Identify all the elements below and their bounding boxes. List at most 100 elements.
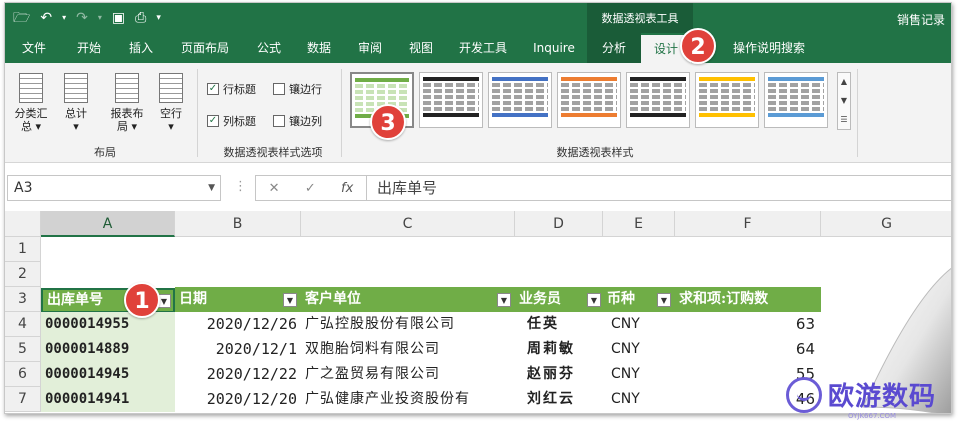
tab-insert[interactable]: 插入 (117, 33, 165, 63)
undo-icon[interactable]: ↶ (40, 9, 52, 27)
scroll-up-icon[interactable]: ▲ (838, 73, 850, 92)
swatch-row (423, 113, 479, 117)
scroll-down-icon[interactable]: ▼ (838, 92, 850, 111)
filter-dropdown-icon[interactable]: ▼ (587, 293, 601, 307)
row-header[interactable]: 4 (5, 312, 41, 337)
report-layout-button[interactable]: 报表布 局 ▾ (103, 73, 151, 133)
cell-order-no[interactable]: 0000014889 (41, 337, 175, 362)
cell-date[interactable]: 2020/12/1 (175, 337, 301, 362)
enter-icon[interactable]: ✓ (305, 181, 316, 196)
swatch-row (630, 83, 686, 87)
pivot-header-salesperson[interactable]: 业务员 ▼ (515, 287, 603, 312)
pivot-style-swatch[interactable] (488, 72, 552, 128)
column-header-g[interactable]: G (821, 211, 951, 237)
column-headers-checkbox[interactable]: ✓ 列标题 (207, 113, 256, 129)
insert-function-icon[interactable]: fx (341, 181, 353, 196)
name-box[interactable]: A3 ▼ (7, 175, 221, 201)
pivot-header-currency[interactable]: 币种 ▼ (603, 287, 675, 312)
cell-currency[interactable]: CNY (603, 387, 675, 412)
filter-dropdown-icon[interactable]: ▼ (283, 293, 297, 307)
filter-dropdown-icon[interactable]: ▼ (497, 293, 511, 307)
subtotals-button[interactable]: 分类汇 总 ▾ (9, 73, 53, 133)
row-header[interactable]: 5 (5, 337, 41, 362)
pivot-style-swatch[interactable] (764, 72, 828, 128)
formula-input[interactable]: 出库单号 (367, 175, 951, 201)
cell-date[interactable]: 2020/12/26 (175, 312, 301, 337)
cell-salesperson[interactable]: 赵丽芬 (515, 362, 603, 387)
cell-customer[interactable]: 广弘健康产业投资股份有 (301, 387, 515, 412)
tab-view[interactable]: 视图 (397, 33, 445, 63)
tab-developer[interactable]: 开发工具 (447, 33, 519, 63)
save-icon[interactable]: ▣ (112, 9, 125, 27)
document-title: 销售记录 (896, 13, 945, 27)
customize-qat-icon[interactable]: ▾ (156, 9, 161, 27)
blank-rows-button[interactable]: 空行 ▾ (151, 73, 191, 133)
pivot-style-swatch[interactable] (626, 72, 690, 128)
tab-review[interactable]: 审阅 (345, 33, 395, 63)
tab-analyze[interactable]: 分析 (587, 33, 641, 63)
group-divider (857, 69, 858, 157)
cell-customer[interactable]: 双胞胎饲料有限公司 (301, 337, 515, 362)
cell-currency[interactable]: CNY (603, 337, 675, 362)
row-header[interactable]: 2 (5, 262, 41, 287)
redo-icon[interactable]: ↷ (76, 9, 88, 27)
cell-order-no[interactable]: 0000014941 (41, 387, 175, 412)
cancel-icon[interactable]: ✕ (269, 181, 280, 196)
swatch-row (768, 101, 824, 105)
ribbon-tabs: 文件 开始 插入 页面布局 公式 数据 审阅 视图 开发工具 Inquire 分… (5, 33, 951, 63)
cell-salesperson[interactable]: 周莉敏 (515, 337, 603, 362)
folder-open-icon[interactable]: 🗁 (13, 9, 30, 27)
tab-home[interactable]: 开始 (65, 33, 113, 63)
tab-page-layout[interactable]: 页面布局 (169, 33, 241, 63)
tab-file[interactable]: 文件 (11, 33, 57, 63)
column-header-d[interactable]: D (515, 211, 603, 237)
pivot-style-swatch[interactable] (557, 72, 621, 128)
chevron-down-icon[interactable]: ▼ (208, 176, 215, 200)
pivot-header-sum-qty[interactable]: 求和项:订购数 (675, 287, 821, 312)
dropdown-icon[interactable]: ▾ (62, 9, 66, 27)
tab-search[interactable]: 操作说明搜索 (717, 33, 821, 63)
swatch-row (699, 101, 755, 105)
cell-customer[interactable]: 广弘控股股份有限公司 (301, 312, 515, 337)
banded-columns-checkbox[interactable]: 镶边列 (273, 113, 322, 129)
column-header-f[interactable]: F (675, 211, 821, 237)
cell-order-no[interactable]: 0000014945 (41, 362, 175, 387)
cell-currency[interactable]: CNY (603, 312, 675, 337)
row-header[interactable]: 1 (5, 237, 41, 262)
cell-date[interactable]: 2020/12/22 (175, 362, 301, 387)
pivot-style-swatch[interactable] (695, 72, 759, 128)
print-preview-icon[interactable]: ⎙ (135, 9, 146, 27)
cell-currency[interactable]: CNY (603, 362, 675, 387)
row-header[interactable]: 3 (5, 287, 41, 312)
row-header[interactable]: 7 (5, 387, 41, 412)
gallery-scroller[interactable]: ▲ ▼ ☰ (837, 72, 851, 130)
tab-data[interactable]: 数据 (295, 33, 343, 63)
report-layout-icon (115, 73, 139, 103)
column-header-e[interactable]: E (603, 211, 675, 237)
cell-date[interactable]: 2020/12/20 (175, 387, 301, 412)
dropdown-icon[interactable]: ▾ (98, 9, 102, 27)
row-headers-checkbox[interactable]: ✓ 行标题 (207, 81, 256, 97)
column-header-a[interactable]: A (41, 211, 175, 237)
pivot-style-swatch[interactable] (419, 72, 483, 128)
cell-sum-qty[interactable]: 63 (675, 312, 821, 337)
cell-order-no[interactable]: 0000014955 (41, 312, 175, 337)
column-header-c[interactable]: C (301, 211, 515, 237)
checkbox-checked-icon: ✓ (207, 115, 219, 127)
cell-salesperson[interactable]: 刘红云 (515, 387, 603, 412)
tab-inquire[interactable]: Inquire (523, 33, 585, 63)
banded-rows-checkbox[interactable]: 镶边行 (273, 81, 322, 97)
pivot-header-customer[interactable]: 客户单位 ▼ (301, 287, 515, 312)
pivot-header-date[interactable]: 日期 ▼ (175, 287, 301, 312)
column-header-b[interactable]: B (175, 211, 301, 237)
cell-sum-qty[interactable]: 64 (675, 337, 821, 362)
cell-customer[interactable]: 广之盈贸易有限公司 (301, 362, 515, 387)
row-header[interactable]: 6 (5, 362, 41, 387)
grand-totals-button[interactable]: 总计 ▾ (55, 73, 97, 133)
tab-formulas[interactable]: 公式 (245, 33, 293, 63)
select-all-corner[interactable] (5, 211, 41, 237)
gallery-more-icon[interactable]: ☰ (838, 111, 850, 130)
cell-salesperson[interactable]: 任英 (515, 312, 603, 337)
sorted-filter-icon[interactable]: ▼ (657, 293, 671, 307)
swatch-row (423, 77, 479, 81)
